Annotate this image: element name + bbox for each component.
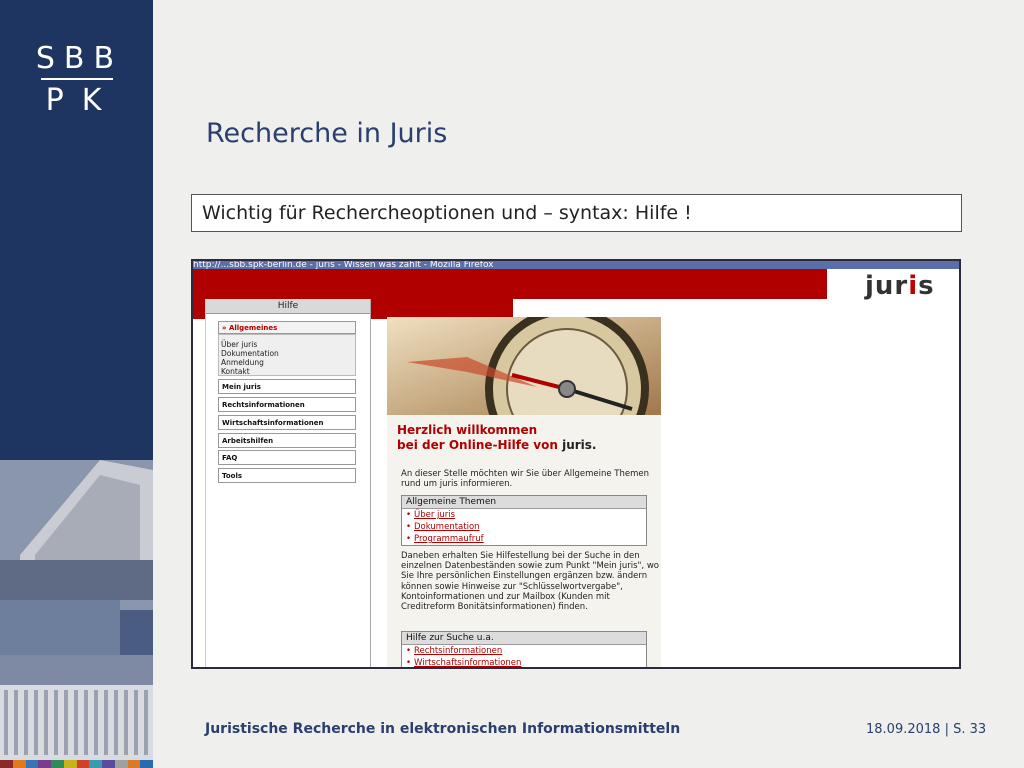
welcome-heading-text: bei der Online-Hilfe von [397, 438, 558, 452]
topic-link-programmaufruf[interactable]: Programmaufruf [402, 533, 646, 545]
search-link-wirtschaftsinformationen[interactable]: Wirtschaftsinformationen [402, 657, 646, 667]
nav-subitem-ueber-juris[interactable]: Über juris [221, 340, 257, 349]
logo-line-2: PK [45, 83, 120, 118]
nav-item-wirtschaftsinformationen[interactable]: Wirtschaftsinformationen [218, 415, 356, 430]
general-topics-header: Allgemeine Themen [402, 496, 646, 509]
nav-item-rechtsinformationen[interactable]: Rechtsinformationen [218, 397, 356, 412]
help-nav-panel: Hilfe » Allgemeines Über juris Dokumenta… [205, 299, 371, 667]
footer-title: Juristische Recherche in elektronischen … [205, 721, 681, 737]
info-box: Wichtig für Rechercheoptionen und – synt… [191, 194, 962, 232]
welcome-panel: Herzlich willkommen bei der Online-Hilfe… [387, 317, 661, 667]
more-text: Daneben erhalten Sie Hilfestellung bei d… [401, 551, 659, 613]
nav-subitem-dokumentation[interactable]: Dokumentation [221, 349, 279, 358]
welcome-heading-brand: juris. [562, 438, 597, 452]
color-strip [0, 760, 153, 768]
search-link-rechtsinformationen[interactable]: Rechtsinformationen [402, 645, 646, 657]
nav-item-faq[interactable]: FAQ [218, 450, 356, 465]
footer-date-page: 18.09.2018 | S. 33 [866, 722, 987, 737]
logo-divider [40, 78, 113, 80]
sbb-pk-logo: SBB PK [0, 42, 153, 118]
nav-item-allgemeines[interactable]: » Allgemeines [218, 321, 356, 334]
topic-link-dokumentation[interactable]: Dokumentation [402, 521, 646, 533]
search-help-box: Hilfe zur Suche u.a. Rechtsinformationen… [401, 631, 647, 667]
welcome-heading-line1: Herzlich willkommen [397, 423, 538, 437]
intro-text: An dieser Stelle möchten wir Sie über Al… [401, 469, 650, 489]
juris-logo: juris [865, 271, 935, 301]
general-topics-box: Allgemeine Themen Über juris Dokumentati… [401, 495, 647, 546]
sidebar: SBB PK [0, 0, 153, 768]
nav-subitem-kontakt[interactable]: Kontakt [221, 367, 250, 376]
logo-line-1: SBB [35, 41, 124, 76]
help-nav-header: Hilfe [206, 299, 370, 314]
nav-item-arbeitshilfen[interactable]: Arbeitshilfen [218, 433, 356, 448]
welcome-heading-line2: bei der Online-Hilfe von juris. [397, 438, 596, 452]
search-help-header: Hilfe zur Suche u.a. [402, 632, 646, 645]
header-red-band [193, 269, 827, 299]
nav-subitem-anmeldung[interactable]: Anmeldung [221, 358, 264, 367]
topic-link-ueber-juris[interactable]: Über juris [402, 509, 646, 521]
slide-title: Recherche in Juris [206, 118, 448, 149]
info-text: Wichtig für Rechercheoptionen und – synt… [202, 202, 692, 224]
browser-title-bar: http://...sbb.spk-berlin.de - juris - Wi… [193, 261, 959, 269]
juris-help-screenshot: http://...sbb.spk-berlin.de - juris - Wi… [191, 259, 961, 669]
compass-image [387, 317, 661, 415]
nav-item-tools[interactable]: Tools [218, 468, 356, 483]
building-photo [0, 460, 153, 760]
nav-item-mein-juris[interactable]: Mein juris [218, 379, 356, 394]
